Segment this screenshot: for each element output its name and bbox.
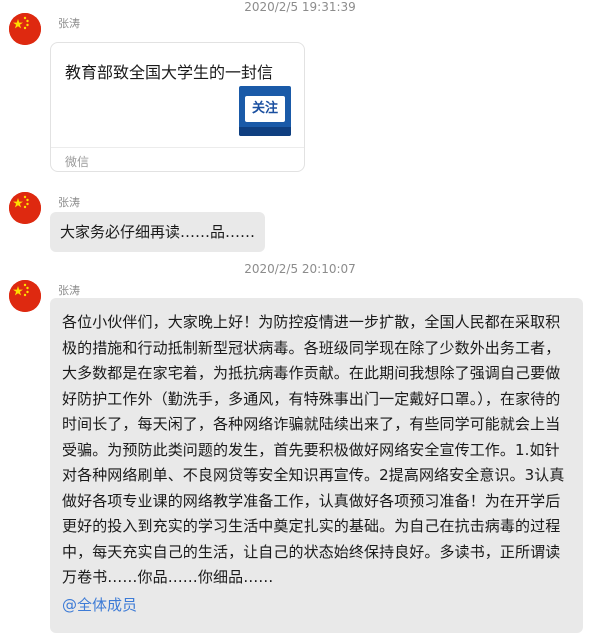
message-bubble[interactable]: 各位小伙伴们，大家晚上好！为防控疫情进一步扩散，全国人民都在采取积极的措施和行动… (50, 298, 583, 633)
message-bubble[interactable]: 大家务必仔细再读……品…… (50, 212, 266, 252)
china-flag-avatar-icon (9, 13, 41, 45)
china-flag-avatar-icon (9, 280, 41, 312)
mention-all-link[interactable]: @全体成员 (62, 593, 571, 617)
thumb-label: 关注 (245, 96, 285, 122)
timestamp: 2020/2/5 19:31:39 (244, 0, 356, 14)
china-flag-avatar-icon (9, 192, 41, 224)
message-text: 大家务必仔细再读……品…… (60, 223, 256, 241)
sender-name: 张涛 (58, 196, 80, 209)
card-source: 微信 (65, 155, 90, 169)
avatar[interactable] (9, 280, 41, 312)
avatar[interactable] (9, 192, 41, 224)
thumb-bar (239, 127, 291, 136)
card-title: 教育部致全国大学生的一封信 (65, 63, 274, 82)
link-card[interactable]: 教育部致全国大学生的一封信 关注 微信 (50, 42, 305, 172)
avatar[interactable] (9, 13, 41, 45)
card-thumbnail: 关注 (239, 86, 291, 136)
timestamp: 2020/2/5 20:10:07 (244, 262, 356, 276)
sender-name: 张涛 (58, 284, 80, 297)
message-text: 各位小伙伴们，大家晚上好！为防控疫情进一步扩散，全国人民都在采取积极的措施和行动… (62, 313, 565, 586)
sender-name: 张涛 (58, 17, 80, 30)
card-divider (51, 147, 304, 148)
